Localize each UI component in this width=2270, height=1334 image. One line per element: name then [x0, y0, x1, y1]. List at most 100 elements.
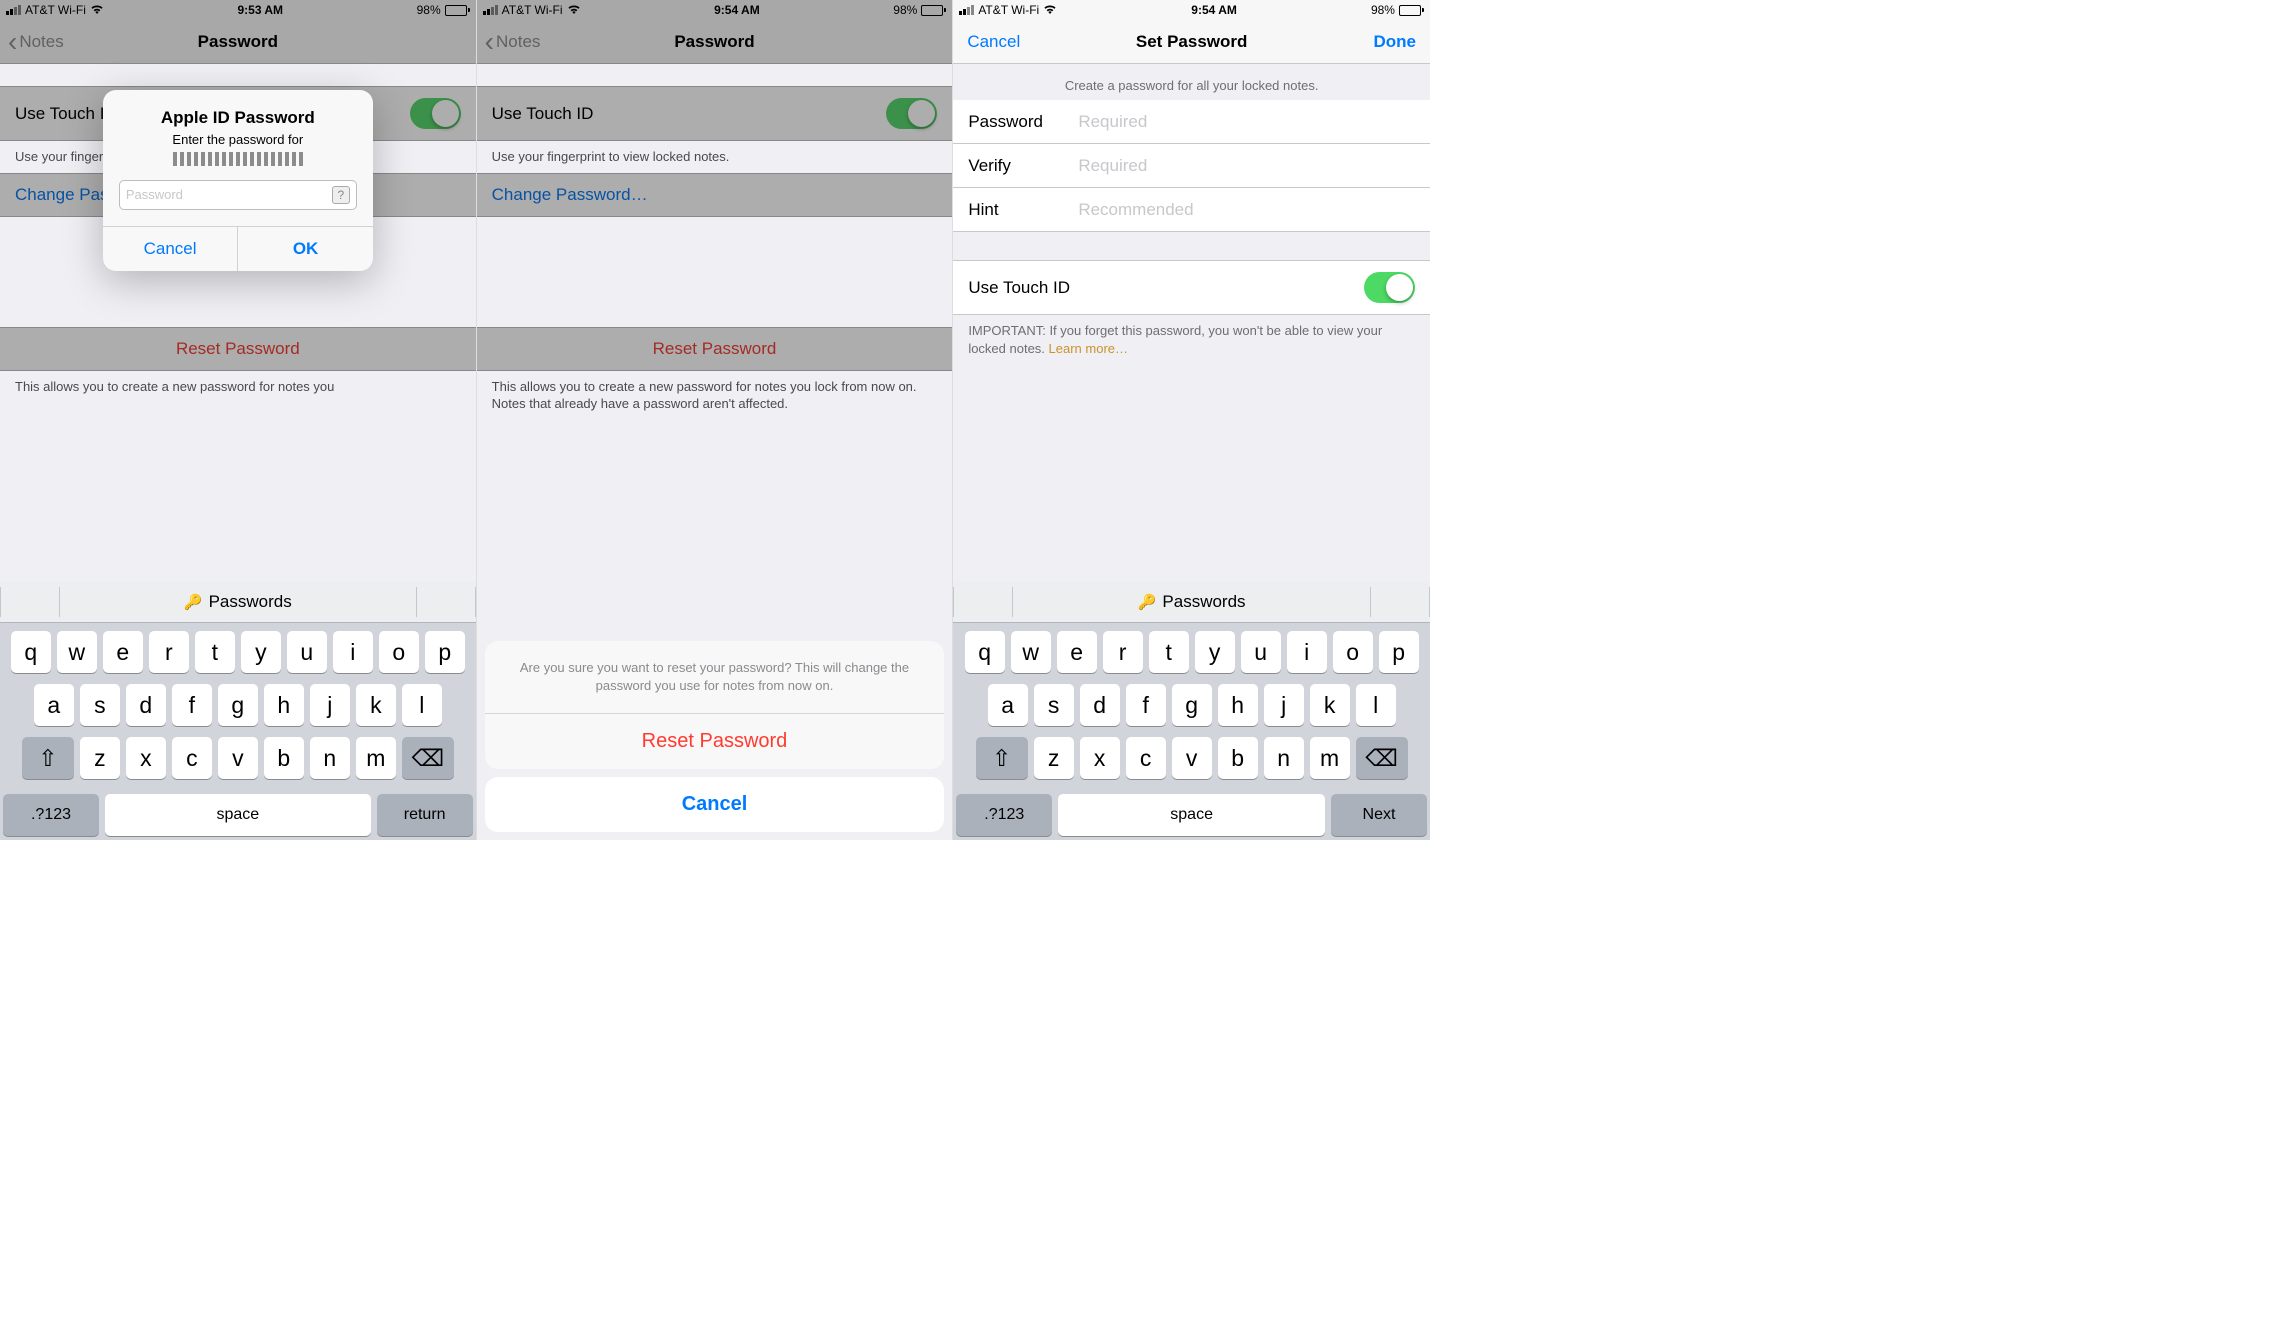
learn-more-link[interactable]: Learn more… — [1049, 341, 1128, 356]
key-p[interactable]: p — [425, 631, 465, 673]
key-a[interactable]: a — [988, 684, 1028, 726]
key-h[interactable]: h — [264, 684, 304, 726]
password-field[interactable]: Password Required — [953, 100, 1430, 144]
key-k[interactable]: k — [1310, 684, 1350, 726]
key-z[interactable]: z — [80, 737, 120, 779]
space-key[interactable]: space — [105, 794, 371, 836]
key-y[interactable]: y — [241, 631, 281, 673]
keyboard-suggestion-bar[interactable]: 🔑 Passwords — [0, 581, 476, 623]
key-n[interactable]: n — [1264, 737, 1304, 779]
touch-id-toggle[interactable] — [410, 98, 461, 129]
key-y[interactable]: y — [1195, 631, 1235, 673]
key-i[interactable]: i — [1287, 631, 1327, 673]
use-touch-id-label: Use Touch ID — [968, 278, 1070, 298]
key-p[interactable]: p — [1379, 631, 1419, 673]
numbers-key[interactable]: .?123 — [956, 794, 1052, 836]
key-q[interactable]: q — [965, 631, 1005, 673]
key-x[interactable]: x — [126, 737, 166, 779]
key-d[interactable]: d — [126, 684, 166, 726]
chevron-left-icon: ‹ — [8, 28, 17, 56]
key-c[interactable]: c — [172, 737, 212, 779]
reset-password-cell[interactable]: Reset Password — [477, 327, 953, 371]
page-title: Password — [477, 32, 953, 52]
touch-id-toggle[interactable] — [1364, 272, 1415, 303]
back-button[interactable]: ‹ Notes — [0, 28, 64, 56]
keyboard-suggestion-bar[interactable]: 🔑 Passwords — [953, 581, 1430, 623]
key-r[interactable]: r — [1103, 631, 1143, 673]
key-e[interactable]: e — [1057, 631, 1097, 673]
key-x[interactable]: x — [1080, 737, 1120, 779]
key-icon: 🔑 — [1138, 593, 1157, 611]
wifi-icon — [1043, 3, 1057, 17]
key-f[interactable]: f — [1126, 684, 1166, 726]
key-a[interactable]: a — [34, 684, 74, 726]
use-touch-id-cell[interactable]: Use Touch ID — [477, 86, 953, 141]
key-h[interactable]: h — [1218, 684, 1258, 726]
help-icon[interactable]: ? — [332, 186, 350, 204]
change-password-cell[interactable]: Change Password… — [477, 173, 953, 217]
delete-key[interactable]: ⌫ — [402, 737, 454, 779]
touch-id-toggle[interactable] — [886, 98, 937, 129]
hint-field[interactable]: Hint Recommended — [953, 188, 1430, 232]
key-i[interactable]: i — [333, 631, 373, 673]
space-key[interactable]: space — [1058, 794, 1325, 836]
key-b[interactable]: b — [1218, 737, 1258, 779]
key-t[interactable]: t — [1149, 631, 1189, 673]
key-l[interactable]: l — [402, 684, 442, 726]
carrier-label: AT&T Wi-Fi — [502, 3, 563, 17]
reset-password-cell[interactable]: Reset Password — [0, 327, 476, 371]
alert-cancel-button[interactable]: Cancel — [103, 227, 238, 271]
delete-key[interactable]: ⌫ — [1356, 737, 1408, 779]
key-t[interactable]: t — [195, 631, 235, 673]
back-button[interactable]: ‹ Notes — [477, 28, 541, 56]
reset-password-label: Reset Password — [653, 339, 777, 359]
key-u[interactable]: u — [1241, 631, 1281, 673]
keyboard[interactable]: 🔑 Passwords q w e r t y u i o p a s d — [0, 581, 476, 840]
done-button[interactable]: Done — [1359, 32, 1430, 52]
key-c[interactable]: c — [1126, 737, 1166, 779]
key-j[interactable]: j — [310, 684, 350, 726]
key-f[interactable]: f — [172, 684, 212, 726]
screen-3: AT&T Wi-Fi 9:54 AM 98% Cancel Set Passwo… — [953, 0, 1430, 840]
key-m[interactable]: m — [1310, 737, 1350, 779]
key-s[interactable]: s — [80, 684, 120, 726]
sheet-cancel-button[interactable]: Cancel — [485, 777, 945, 832]
shift-key[interactable]: ⇧ — [976, 737, 1028, 779]
key-w[interactable]: w — [1011, 631, 1051, 673]
key-m[interactable]: m — [356, 737, 396, 779]
key-d[interactable]: d — [1080, 684, 1120, 726]
key-v[interactable]: v — [218, 737, 258, 779]
key-o[interactable]: o — [1333, 631, 1373, 673]
use-touch-id-cell[interactable]: Use Touch ID — [953, 260, 1430, 315]
key-j[interactable]: j — [1264, 684, 1304, 726]
key-k[interactable]: k — [356, 684, 396, 726]
password-input[interactable]: Password ? — [119, 180, 357, 210]
apple-id-alert: Apple ID Password Enter the password for… — [103, 90, 373, 271]
key-g[interactable]: g — [218, 684, 258, 726]
key-b[interactable]: b — [264, 737, 304, 779]
key-s[interactable]: s — [1034, 684, 1074, 726]
next-key[interactable]: Next — [1331, 794, 1427, 836]
key-z[interactable]: z — [1034, 737, 1074, 779]
alert-ok-button[interactable]: OK — [237, 227, 373, 271]
numbers-key[interactable]: .?123 — [3, 794, 99, 836]
key-g[interactable]: g — [1172, 684, 1212, 726]
key-n[interactable]: n — [310, 737, 350, 779]
sheet-reset-button[interactable]: Reset Password — [485, 714, 945, 769]
key-u[interactable]: u — [287, 631, 327, 673]
signal-icon — [483, 5, 498, 15]
verify-field[interactable]: Verify Required — [953, 144, 1430, 188]
shift-key[interactable]: ⇧ — [22, 737, 74, 779]
key-o[interactable]: o — [379, 631, 419, 673]
key-v[interactable]: v — [1172, 737, 1212, 779]
key-q[interactable]: q — [11, 631, 51, 673]
return-key[interactable]: return — [377, 794, 473, 836]
key-w[interactable]: w — [57, 631, 97, 673]
clock: 9:53 AM — [237, 3, 283, 17]
password-label: Password — [968, 112, 1078, 132]
key-e[interactable]: e — [103, 631, 143, 673]
key-r[interactable]: r — [149, 631, 189, 673]
key-l[interactable]: l — [1356, 684, 1396, 726]
cancel-button[interactable]: Cancel — [953, 32, 1034, 52]
keyboard[interactable]: 🔑 Passwords q w e r t y u i o p a s d — [953, 581, 1430, 840]
